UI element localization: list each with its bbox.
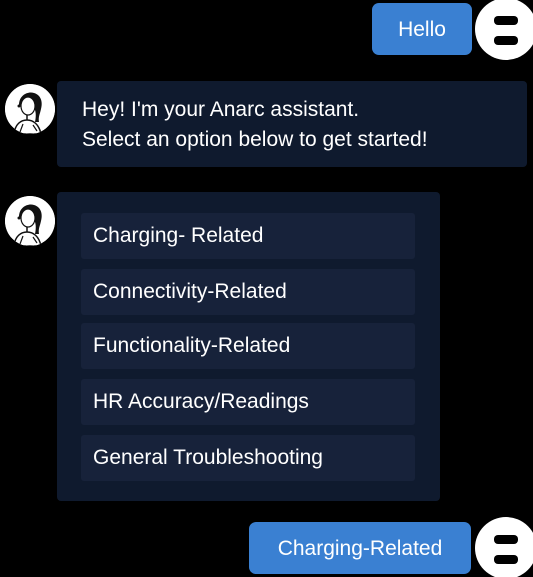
- option-functionality-related[interactable]: Functionality-Related: [81, 323, 415, 369]
- option-label: HR Accuracy/Readings: [93, 390, 309, 413]
- assistant-greeting-line-1: Hey! I'm your Anarc assistant.: [82, 98, 360, 121]
- user-avatar-mouth: [494, 555, 518, 564]
- assistant-greeting-line-2: Select an option below to get started!: [82, 128, 428, 151]
- assistant-avatar-icon: [5, 196, 55, 246]
- user-message-text: Charging-Related: [277, 536, 443, 560]
- assistant-greeting-bubble: Hey! I'm your Anarc assistant. Select an…: [57, 81, 527, 167]
- option-hr-accuracy-readings[interactable]: HR Accuracy/Readings: [81, 379, 415, 425]
- option-label: General Troubleshooting: [93, 446, 323, 469]
- user-avatar-eyes: [494, 535, 518, 544]
- user-message-charging-related: Charging-Related: [249, 522, 471, 574]
- user-avatar-mouth: [494, 36, 518, 45]
- user-message-hello: Hello: [372, 3, 472, 55]
- option-label: Connectivity-Related: [93, 280, 287, 303]
- option-label: Charging- Related: [93, 224, 264, 247]
- user-message-text: Hello: [398, 17, 446, 41]
- assistant-avatar-icon: [5, 84, 55, 134]
- assistant-greeting-text: Hey! I'm your Anarc assistant. Select an…: [57, 81, 527, 155]
- option-label: Functionality-Related: [93, 334, 291, 357]
- options-panel: Charging- Related Connectivity-Related F…: [57, 192, 440, 501]
- user-avatar-eyes: [494, 16, 518, 25]
- option-general-troubleshooting[interactable]: General Troubleshooting: [81, 435, 415, 481]
- user-avatar-icon: [475, 517, 533, 577]
- option-connectivity-related[interactable]: Connectivity-Related: [81, 269, 415, 315]
- option-charging-related[interactable]: Charging- Related: [81, 213, 415, 259]
- user-avatar-icon: [475, 0, 533, 60]
